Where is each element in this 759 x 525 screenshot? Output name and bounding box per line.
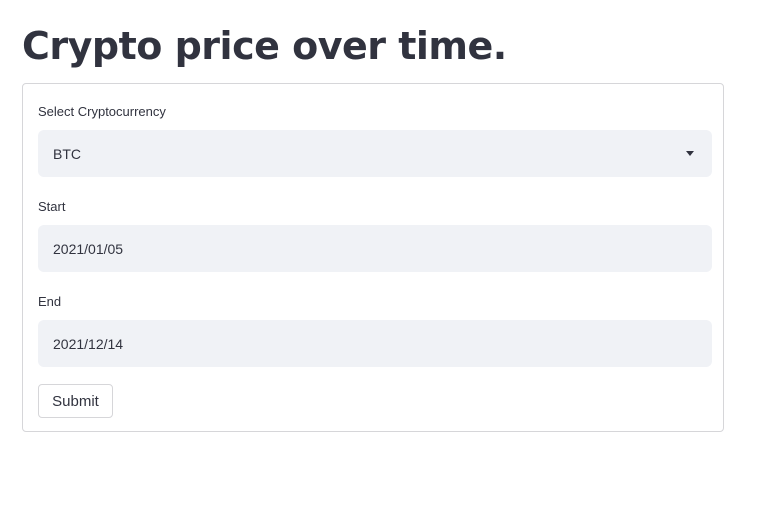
chevron-down-icon[interactable]: [686, 151, 694, 156]
page-title: Crypto price over time.: [22, 24, 507, 68]
crypto-select-value: BTC: [53, 145, 81, 162]
submit-button[interactable]: Submit: [38, 384, 113, 418]
app-page: Crypto price over time. Select Cryptocur…: [0, 0, 759, 525]
crypto-select[interactable]: BTC: [38, 130, 712, 177]
start-date-label: Start: [38, 199, 66, 214]
crypto-select-label: Select Cryptocurrency: [38, 104, 166, 119]
end-date-field[interactable]: [38, 320, 712, 367]
end-date-input[interactable]: [53, 335, 712, 352]
start-date-input[interactable]: [53, 240, 712, 257]
end-date-label: End: [38, 294, 62, 309]
start-date-field[interactable]: [38, 225, 712, 272]
crypto-form: Select Cryptocurrency BTC Start End Subm…: [22, 83, 724, 432]
